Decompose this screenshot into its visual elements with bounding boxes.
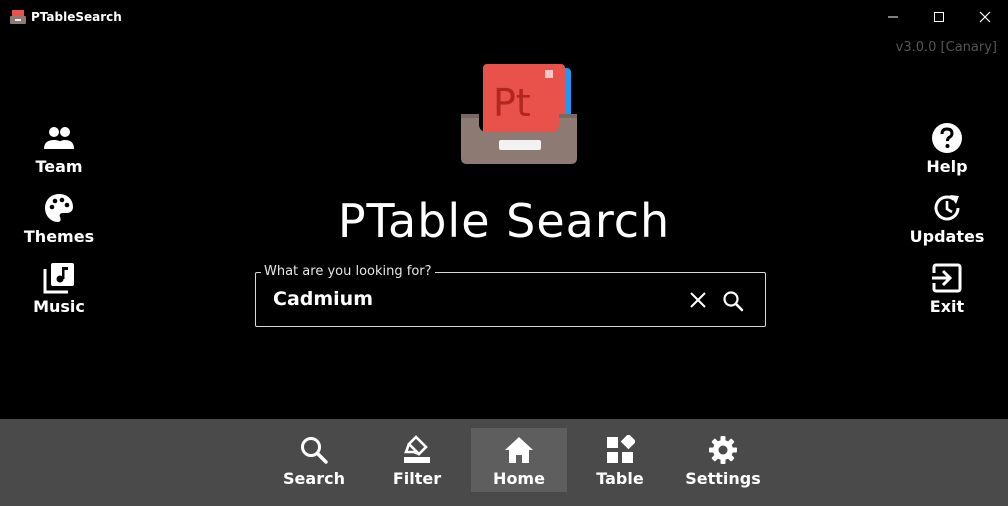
nav-filter[interactable]: Filter [369,428,465,492]
search-icon [723,291,744,312]
team-button[interactable]: Team [14,121,104,181]
maximize-icon [934,12,944,22]
updates-icon [934,195,960,221]
clear-icon [690,292,706,308]
music-button[interactable]: Music [14,261,104,321]
help-button[interactable]: Help [902,121,992,181]
title-bar: PTableSearch [0,0,1008,34]
nav-search-label: Search [283,469,345,488]
nav-settings-label: Settings [685,469,761,488]
nav-table-label: Table [596,469,644,488]
minimize-button[interactable] [870,0,916,34]
team-label: Team [35,157,83,176]
themes-label: Themes [23,227,95,246]
gear-icon [709,436,737,464]
app-icon [10,10,26,24]
close-icon [979,11,991,23]
app-logo: Pt [461,64,577,164]
version-label: v3.0.0 [Canary] [895,40,997,55]
nav-home[interactable]: Home [471,428,567,492]
team-icon [44,127,74,149]
music-icon [43,263,74,294]
clear-button[interactable] [688,290,708,310]
maximize-button[interactable] [916,0,962,34]
exit-label: Exit [929,297,965,316]
filter-icon [404,435,430,463]
updates-label: Updates [909,227,985,246]
exit-button[interactable]: Exit [902,261,992,321]
search-submit-button[interactable] [722,290,744,312]
nav-table[interactable]: Table [572,428,668,492]
nav-filter-label: Filter [392,469,442,488]
nav-settings[interactable]: Settings [675,428,771,492]
bottom-navigation: Search Filter Home Table Settings [0,419,1008,506]
search-field[interactable]: What are you looking for? [255,264,766,327]
home-icon [505,437,533,463]
logo-text: Pt [493,81,531,125]
close-button[interactable] [962,0,1008,34]
search-field-label: What are you looking for? [261,264,435,279]
nav-home-label: Home [493,469,545,488]
help-label: Help [926,157,968,176]
minimize-icon [888,16,898,18]
music-label: Music [33,297,85,316]
palette-icon [45,194,73,222]
app-heading: PTable Search [337,194,671,248]
nav-search[interactable]: Search [266,428,362,492]
table-icon [607,435,635,463]
themes-button[interactable]: Themes [14,191,104,251]
search-icon [301,437,328,464]
help-icon [932,123,962,153]
updates-button[interactable]: Updates [902,191,992,251]
search-input[interactable] [273,288,673,310]
window-title: PTableSearch [31,10,122,24]
exit-icon [931,263,962,293]
